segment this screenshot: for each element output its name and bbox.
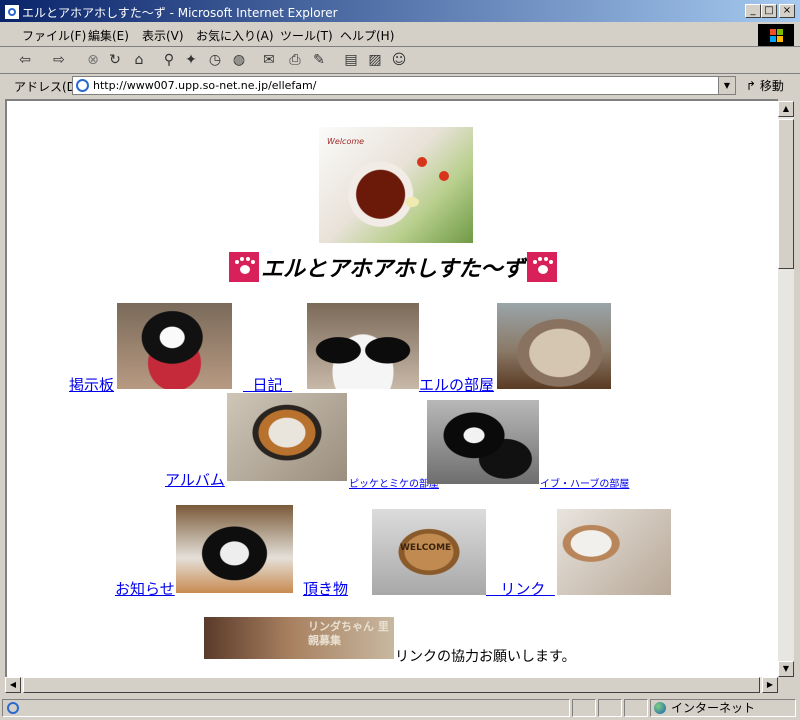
horizontal-scroll-thumb[interactable]	[23, 677, 760, 693]
window-title: エルとアホアホしすた～ず - Microsoft Internet Explor…	[22, 6, 338, 20]
link-gifts[interactable]: 頂き物	[303, 578, 348, 599]
page-icon	[7, 702, 19, 714]
vertical-scrollbar[interactable]: ▲ ▼	[778, 101, 794, 677]
banner-foster-recruit[interactable]: リンダちゃん 里親募集	[204, 617, 394, 659]
title-bar: エルとアホアホしすた～ず - Microsoft Internet Explor…	[0, 0, 800, 22]
go-button[interactable]: ↱ 移動	[746, 77, 784, 94]
address-label: アドレス(D)	[14, 80, 81, 94]
ie-icon	[4, 4, 20, 20]
link-news[interactable]: お知らせ	[115, 578, 175, 599]
status-cell	[572, 699, 596, 717]
favorites-icon[interactable]: ✦	[182, 51, 200, 69]
diary-label: 日記	[252, 376, 283, 394]
scroll-down-icon[interactable]: ▼	[778, 661, 794, 677]
history-icon[interactable]: ◷	[206, 51, 224, 69]
vertical-scroll-thumb[interactable]	[778, 119, 794, 269]
scroll-left-icon[interactable]: ◀	[5, 677, 21, 693]
page-viewport: Welcome エルとアホアホしすた～ず 掲示板 日記 エルの部屋 アルバム ピ…	[5, 99, 778, 677]
cooperation-text: リンクの協力お願いします。	[395, 649, 576, 665]
notes-icon[interactable]: ▤	[342, 51, 360, 69]
scroll-right-icon[interactable]: ▶	[762, 677, 778, 693]
menu-edit[interactable]: 編集(E)	[88, 27, 129, 44]
paw-icon	[526, 252, 557, 282]
maximize-button[interactable]: □	[761, 4, 777, 18]
menu-favorites[interactable]: お気に入り(A)	[196, 27, 274, 44]
welcome-text: Welcome	[327, 137, 365, 146]
stop-icon[interactable]: ⊗	[84, 51, 102, 69]
minimize-button[interactable]: _	[745, 4, 761, 18]
banner-text: リンダちゃん 里親募集	[308, 620, 389, 647]
windows-logo-icon	[758, 24, 794, 46]
menu-view[interactable]: 表示(V)	[142, 27, 184, 44]
menu-help[interactable]: ヘルプ(H)	[340, 27, 394, 44]
printer-icon[interactable]: ▨	[366, 51, 384, 69]
scroll-up-icon[interactable]: ▲	[778, 101, 794, 117]
status-text-cell	[2, 699, 570, 717]
discuss-icon[interactable]: ◍	[230, 51, 248, 69]
horizontal-scrollbar[interactable]: ◀ ▶	[5, 677, 778, 693]
paw-icon	[229, 252, 259, 282]
status-bar: インターネット	[0, 697, 800, 720]
mail-icon[interactable]: ✉	[260, 51, 278, 69]
welcome-tea-image: Welcome	[319, 127, 473, 243]
toolbar: ⇦ ⇨ ⊗ ↻ ⌂ ⚲ ✦ ◷ ◍ ✉ ⎙ ✎ ▤ ▨ ☺	[0, 47, 800, 74]
address-url[interactable]: http://www007.upp.so-net.ne.jp/ellefam/	[93, 79, 316, 92]
menu-file[interactable]: ファイル(F)	[22, 27, 86, 44]
menu-bar: ファイル(F) 編集(E) 表示(V) お気に入り(A) ツール(T) ヘルプ(…	[0, 22, 800, 47]
link-label: リンク	[500, 580, 546, 598]
link-picky-mike[interactable]: ピッケとミケの部屋	[349, 475, 439, 490]
link-eve-herb[interactable]: イブ・ハーブの部屋	[540, 475, 629, 490]
forward-icon[interactable]: ⇨	[50, 51, 68, 69]
edit-icon[interactable]: ✎	[310, 51, 328, 69]
search-icon[interactable]: ⚲	[160, 51, 178, 69]
photo-sleeping-cat[interactable]	[497, 303, 611, 389]
photo-welcome-dog-sign[interactable]: WELCOME	[372, 509, 486, 595]
close-button[interactable]: ×	[779, 4, 795, 18]
globe-icon	[654, 702, 666, 714]
status-cell	[624, 699, 648, 717]
messenger-icon[interactable]: ☺	[390, 51, 408, 69]
address-bar: アドレス(D) http://www007.upp.so-net.ne.jp/e…	[0, 74, 800, 98]
address-dropdown-icon[interactable]: ▼	[718, 77, 735, 94]
link-link[interactable]: リンク	[486, 578, 555, 599]
security-zone: インターネット	[650, 699, 796, 717]
address-input[interactable]: http://www007.upp.so-net.ne.jp/ellefam/ …	[72, 76, 736, 95]
photo-playing-cat[interactable]	[227, 393, 347, 481]
page-icon	[76, 79, 89, 92]
photo-cat-closeup[interactable]	[557, 509, 671, 595]
page-title: エルとアホアホしすた～ず	[261, 256, 525, 282]
site-heading: エルとアホアホしすた～ず	[229, 251, 557, 287]
link-diary[interactable]: 日記	[243, 374, 292, 395]
photo-black-white-dog[interactable]	[427, 400, 539, 484]
refresh-icon[interactable]: ↻	[106, 51, 124, 69]
photo-dog-bandana[interactable]	[117, 303, 232, 389]
photo-two-dogs[interactable]	[307, 303, 419, 389]
link-bbs[interactable]: 掲示板	[69, 374, 114, 395]
photo-dog-resting[interactable]	[176, 505, 293, 593]
link-elle-room[interactable]: エルの部屋	[419, 374, 494, 395]
print-icon[interactable]: ⎙	[286, 51, 304, 69]
status-cell	[598, 699, 622, 717]
home-icon[interactable]: ⌂	[130, 51, 148, 69]
menu-tools[interactable]: ツール(T)	[280, 27, 333, 44]
zone-label: インターネット	[671, 701, 756, 715]
link-album[interactable]: アルバム	[165, 469, 225, 490]
back-icon[interactable]: ⇦	[16, 51, 34, 69]
go-label: 移動	[759, 79, 784, 93]
